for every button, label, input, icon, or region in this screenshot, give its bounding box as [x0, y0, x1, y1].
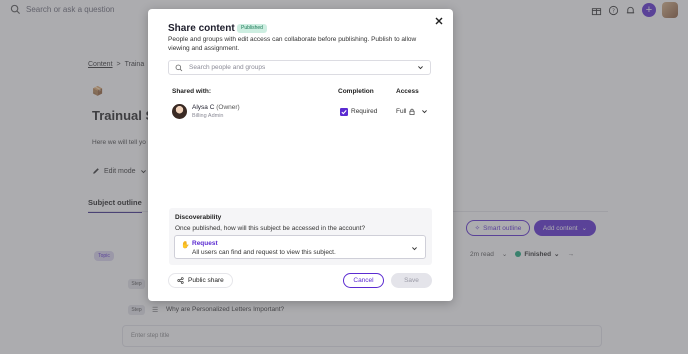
user-name-line: Alysa C (Owner): [192, 104, 240, 111]
access-header: Access: [396, 88, 419, 95]
close-icon[interactable]: [434, 16, 444, 26]
public-share-button[interactable]: Public share: [168, 273, 233, 288]
modal-description: People and groups with edit access can c…: [168, 36, 417, 52]
user-name: Alysa C: [192, 104, 215, 111]
share-icon: [177, 277, 184, 284]
access-label: Full: [396, 108, 407, 115]
option-title: Request: [192, 240, 218, 247]
lock-icon: [410, 108, 415, 115]
chevron-down-icon: [412, 247, 417, 251]
hand-icon: ✋: [181, 242, 190, 249]
cancel-button[interactable]: Cancel: [343, 273, 384, 288]
status-badge: Published: [237, 24, 267, 33]
completion-header: Completion: [338, 88, 374, 95]
required-label: Required: [351, 108, 378, 115]
discoverability-select[interactable]: ✋ Request All users can find and request…: [174, 235, 426, 259]
public-share-label: Public share: [188, 277, 224, 284]
people-search-input[interactable]: [189, 64, 411, 71]
people-search[interactable]: [168, 60, 431, 75]
save-button[interactable]: Save: [391, 273, 432, 288]
owner-tag: (Owner): [216, 104, 240, 111]
shared-with-header: Shared with:: [172, 88, 212, 95]
required-checkbox[interactable]: [340, 108, 348, 116]
modal-title: Share content: [168, 23, 235, 34]
user-role: Billing Admin: [192, 113, 224, 119]
chevron-down-icon[interactable]: [417, 64, 424, 71]
option-description: All users can find and request to view t…: [192, 249, 336, 256]
discoverability-title: Discoverability: [175, 214, 222, 221]
discoverability-question: Once published, how will this subject be…: [175, 225, 366, 232]
share-content-modal: Share content Published People and group…: [148, 9, 453, 301]
search-icon: [175, 64, 183, 71]
discoverability-section: Discoverability Once published, how will…: [169, 208, 432, 265]
chevron-down-icon: [422, 110, 428, 114]
avatar: [172, 104, 187, 119]
access-dropdown[interactable]: Full: [396, 108, 428, 115]
